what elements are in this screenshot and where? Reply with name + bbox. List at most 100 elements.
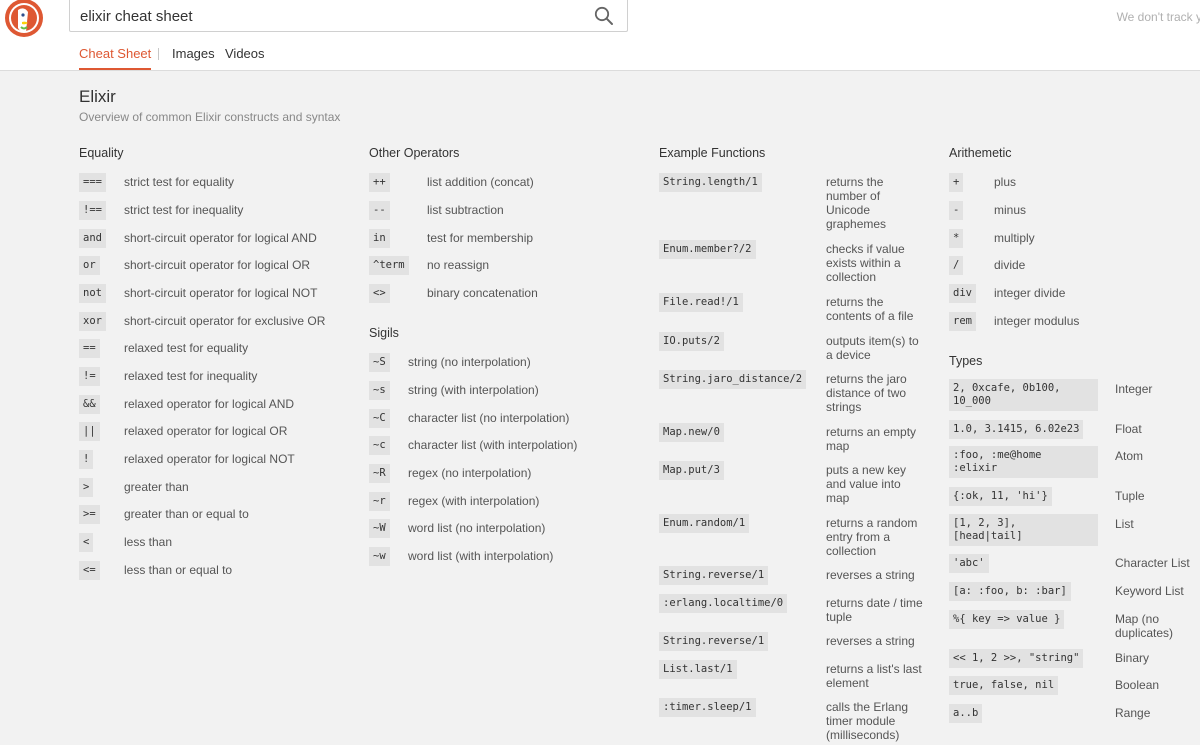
description: regex (no interpolation) (408, 466, 532, 480)
description: Atom (1115, 449, 1144, 463)
description: no reassign (427, 258, 490, 272)
tab-images[interactable]: Images (172, 46, 215, 61)
tab-divider (158, 48, 159, 60)
code-snippet: ~S (369, 353, 390, 372)
search-icon[interactable] (594, 6, 614, 26)
code-snippet: > (79, 478, 94, 497)
code-snippet: ~C (369, 409, 390, 428)
description: List (1115, 517, 1134, 531)
code-snippet: [1, 2, 3], [head|tail] (949, 514, 1098, 546)
description: reverses a string (826, 568, 915, 582)
description: returns the contents of a file (826, 295, 914, 323)
code-snippet: / (949, 256, 964, 275)
code-snippet: div (949, 284, 976, 303)
code-snippet: ~s (369, 381, 390, 400)
code-snippet: List.last/1 (659, 660, 737, 679)
code-snippet: 'abc' (949, 554, 989, 573)
description: calls the Erlang timer module (milliseco… (826, 700, 909, 742)
description: plus (994, 175, 1017, 189)
description: relaxed operator for logical NOT (124, 452, 295, 466)
code-snippet: rem (949, 312, 976, 331)
description: Float (1115, 422, 1142, 436)
code-snippet: Enum.member?/2 (659, 240, 756, 259)
description: string (with interpolation) (408, 383, 539, 397)
description: returns the number of Unicode graphemes (826, 175, 887, 231)
code-snippet: !== (79, 201, 106, 220)
description: reverses a string (826, 634, 915, 648)
code-snippet: <= (79, 561, 100, 580)
privacy-tagline[interactable]: We don't track y (1117, 10, 1200, 24)
description: short-circuit operator for logical AND (124, 231, 317, 245)
description: relaxed operator for logical AND (124, 397, 295, 411)
code-snippet: true, false, nil (949, 676, 1059, 695)
code-snippet: -- (369, 201, 390, 220)
code-snippet: - (949, 201, 964, 220)
description: returns the jaro distance of two strings (826, 372, 907, 414)
description: integer modulus (994, 314, 1080, 328)
search-box[interactable] (69, 0, 628, 32)
code-snippet: {:ok, 11, 'hi'} (949, 487, 1052, 506)
header-bar: We don't track y Cheat Sheet Images Vide… (0, 0, 1200, 71)
description: regex (with interpolation) (408, 494, 540, 508)
page-title: Elixir (79, 87, 116, 106)
description: strict test for equality (124, 175, 235, 189)
code-snippet: Map.new/0 (659, 423, 724, 442)
description: greater than (124, 480, 189, 494)
code-snippet: [a: :foo, b: :bar] (949, 582, 1071, 601)
description: checks if value exists within a collecti… (826, 242, 905, 284)
code-snippet: ~w (369, 547, 390, 566)
tab-label: Cheat Sheet (79, 46, 152, 61)
description: character list (no interpolation) (408, 411, 570, 425)
code-snippet: String.jaro_distance/2 (659, 370, 807, 389)
description: relaxed test for equality (124, 341, 249, 355)
description: string (no interpolation) (408, 355, 531, 369)
code-snippet: not (79, 284, 106, 303)
duckduckgo-logo[interactable] (4, 0, 44, 40)
description: short-circuit operator for exclusive OR (124, 314, 326, 328)
description: minus (994, 203, 1027, 217)
description: integer divide (994, 286, 1066, 300)
description: greater than or equal to (124, 507, 249, 521)
description: returns an empty map (826, 425, 917, 453)
description: Binary (1115, 651, 1150, 665)
code-snippet: + (949, 173, 964, 192)
description: Map (no duplicates) (1115, 612, 1174, 640)
description: binary concatenation (427, 286, 538, 300)
types-heading: Types (949, 354, 983, 368)
code-snippet: 1.0, 3.1415, 6.02e23 (949, 420, 1084, 439)
code-snippet: ! (79, 450, 94, 469)
description: multiply (994, 231, 1035, 245)
search-input[interactable] (80, 6, 580, 26)
page-subtitle: Overview of common Elixir constructs and… (79, 110, 341, 124)
description: word list (with interpolation) (408, 549, 554, 563)
code-snippet: String.reverse/1 (659, 566, 769, 585)
equality-heading: Equality (79, 146, 124, 160)
code-snippet: ~c (369, 436, 390, 455)
code-snippet: ++ (369, 173, 390, 192)
code-snippet: == (79, 339, 100, 358)
code-snippet: ^term (369, 256, 409, 275)
description: strict test for inequality (124, 203, 244, 217)
description: character list (with interpolation) (408, 438, 578, 452)
description: divide (994, 258, 1026, 272)
code-snippet: ~r (369, 492, 390, 511)
code-snippet: %{ key => value } (949, 610, 1065, 629)
code-snippet: :timer.sleep/1 (659, 698, 756, 717)
description: short-circuit operator for logical NOT (124, 286, 318, 300)
code-snippet: Enum.random/1 (659, 514, 750, 533)
code-snippet: xor (79, 312, 106, 331)
code-snippet: a..b (949, 704, 983, 723)
description: list addition (concat) (427, 175, 534, 189)
description: Boolean (1115, 678, 1160, 692)
tab-videos[interactable]: Videos (225, 46, 265, 61)
description: relaxed test for inequality (124, 369, 258, 383)
code-snippet: Map.put/3 (659, 461, 724, 480)
sigils-heading: Sigils (369, 326, 399, 340)
code-snippet: === (79, 173, 106, 192)
active-tab-indicator (79, 68, 152, 70)
description: returns date / time tuple (826, 596, 923, 624)
tab-cheat-sheet[interactable]: Cheat Sheet (79, 46, 152, 70)
code-snippet: != (79, 367, 100, 386)
code-snippet: ~R (369, 464, 390, 483)
description: Tuple (1115, 489, 1145, 503)
